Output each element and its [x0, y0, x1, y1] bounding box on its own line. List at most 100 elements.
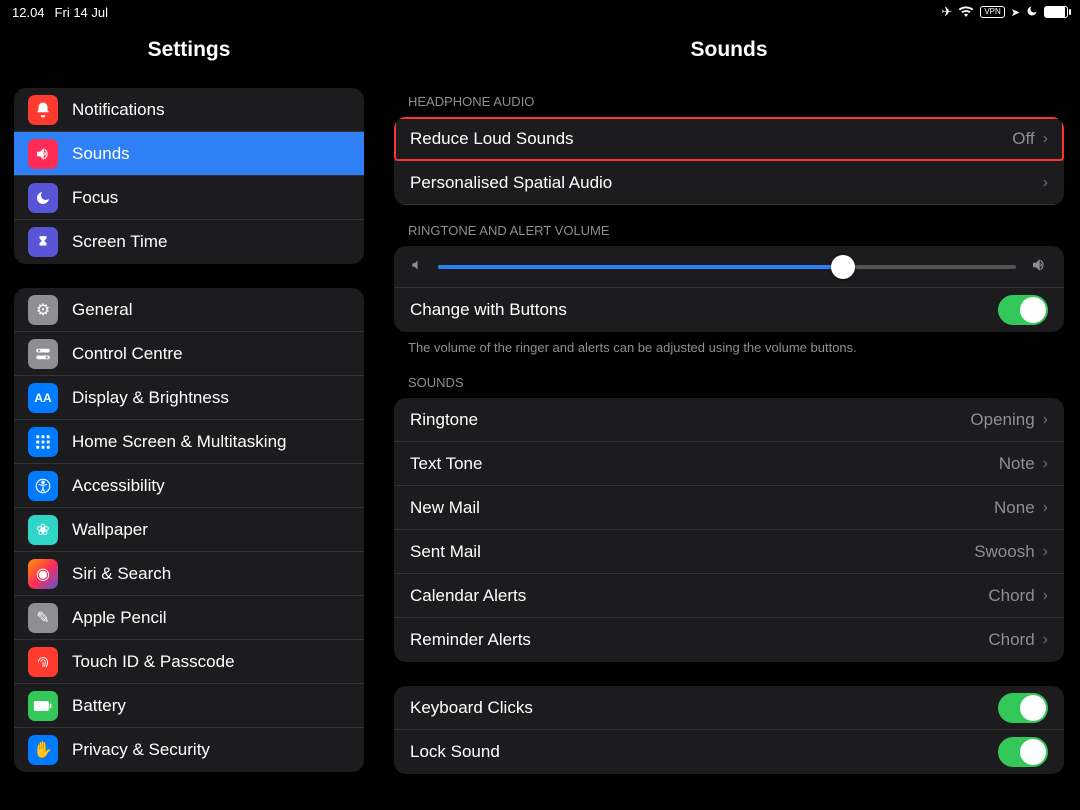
- vpn-icon: VPN: [980, 6, 1004, 18]
- sidebar-group-2: ⚙ General Control Centre AA Display & Br…: [14, 288, 364, 772]
- sidebar-item-wallpaper[interactable]: ❀ Wallpaper: [14, 508, 364, 552]
- status-time: 12.04: [12, 5, 45, 20]
- sidebar-item-label: Screen Time: [72, 232, 167, 252]
- sidebar-item-label: Apple Pencil: [72, 608, 167, 628]
- row-value: Off: [1012, 129, 1034, 149]
- row-label: Reminder Alerts: [410, 630, 988, 650]
- chevron-right-icon: ›: [1043, 587, 1048, 605]
- chevron-right-icon: ›: [1043, 631, 1048, 649]
- row-reduce-loud-sounds[interactable]: Reduce Loud Sounds Off ›: [394, 117, 1064, 161]
- chevron-right-icon: ›: [1043, 455, 1048, 473]
- toggle-lock-sound[interactable]: [998, 737, 1048, 767]
- row-keyboard-clicks[interactable]: Keyboard Clicks: [394, 686, 1064, 730]
- hourglass-icon: [28, 227, 58, 257]
- sidebar-item-label: Focus: [72, 188, 118, 208]
- sidebar-item-sounds[interactable]: Sounds: [14, 132, 364, 176]
- dnd-icon: [1026, 5, 1038, 20]
- accessibility-icon: [28, 471, 58, 501]
- row-label: New Mail: [410, 498, 994, 518]
- row-value: Swoosh: [974, 542, 1034, 562]
- status-date: Fri 14 Jul: [55, 5, 108, 20]
- grid-icon: [28, 427, 58, 457]
- sidebar-item-display[interactable]: AA Display & Brightness: [14, 376, 364, 420]
- sidebar-item-touchid[interactable]: Touch ID & Passcode: [14, 640, 364, 684]
- sidebar-item-notifications[interactable]: Notifications: [14, 88, 364, 132]
- row-value: Opening: [970, 410, 1034, 430]
- sidebar-item-controlcentre[interactable]: Control Centre: [14, 332, 364, 376]
- volume-card: Change with Buttons: [394, 246, 1064, 332]
- row-new-mail[interactable]: New Mail None ›: [394, 486, 1064, 530]
- toggles-card: Keyboard Clicks Lock Sound: [394, 686, 1064, 774]
- sidebar-item-siri[interactable]: ◉ Siri & Search: [14, 552, 364, 596]
- gear-icon: ⚙: [28, 295, 58, 325]
- sidebar-item-homescreen[interactable]: Home Screen & Multitasking: [14, 420, 364, 464]
- sidebar-item-label: General: [72, 300, 132, 320]
- row-label: Ringtone: [410, 410, 970, 430]
- sidebar-item-label: Display & Brightness: [72, 388, 229, 408]
- main-panel: ✈ VPN ➤ Sounds Headphone Audio Reduce Lo…: [378, 0, 1080, 810]
- section-headphone: Headphone Audio: [378, 76, 1080, 117]
- sidebar-item-general[interactable]: ⚙ General: [14, 288, 364, 332]
- sidebar-item-label: Privacy & Security: [72, 740, 210, 760]
- toggle-keyboard-clicks[interactable]: [998, 693, 1048, 723]
- chevron-right-icon: ›: [1043, 499, 1048, 517]
- sounds-card: Ringtone Opening › Text Tone Note › New …: [394, 398, 1064, 662]
- chevron-right-icon: ›: [1043, 130, 1048, 148]
- sidebar-item-label: Wallpaper: [72, 520, 148, 540]
- sidebar-group-1: Notifications Sounds Focus Screen Time: [14, 88, 364, 264]
- row-calendar-alerts[interactable]: Calendar Alerts Chord ›: [394, 574, 1064, 618]
- row-value: Chord: [988, 586, 1034, 606]
- section-ringtone-volume: Ringtone and Alert Volume: [378, 205, 1080, 246]
- row-label: Calendar Alerts: [410, 586, 988, 606]
- pencil-icon: ✎: [28, 603, 58, 633]
- row-value: Note: [999, 454, 1035, 474]
- siri-icon: ◉: [28, 559, 58, 589]
- wifi-icon: [958, 5, 974, 20]
- sidebar-title: Settings: [0, 24, 378, 88]
- moon-icon: [28, 183, 58, 213]
- sidebar-item-label: Accessibility: [72, 476, 165, 496]
- sidebar-item-label: Siri & Search: [72, 564, 171, 584]
- sidebar-item-focus[interactable]: Focus: [14, 176, 364, 220]
- row-label: Lock Sound: [410, 742, 998, 762]
- battery-icon: [28, 691, 58, 721]
- volume-slider-row: [394, 246, 1064, 288]
- row-value: Chord: [988, 630, 1034, 650]
- battery-status-icon: [1044, 6, 1068, 18]
- headphone-card: Reduce Loud Sounds Off › Personalised Sp…: [394, 117, 1064, 205]
- row-label: Personalised Spatial Audio: [410, 173, 1035, 193]
- sidebar-item-privacy[interactable]: ✋ Privacy & Security: [14, 728, 364, 772]
- section-sounds: Sounds: [378, 371, 1080, 398]
- location-icon: ➤: [1011, 6, 1020, 19]
- row-text-tone[interactable]: Text Tone Note ›: [394, 442, 1064, 486]
- sidebar-item-screentime[interactable]: Screen Time: [14, 220, 364, 264]
- sidebar-item-label: Sounds: [72, 144, 130, 164]
- row-label: Text Tone: [410, 454, 999, 474]
- row-label: Keyboard Clicks: [410, 698, 998, 718]
- row-change-with-buttons[interactable]: Change with Buttons: [394, 288, 1064, 332]
- row-value: None: [994, 498, 1035, 518]
- sidebar-item-applepencil[interactable]: ✎ Apple Pencil: [14, 596, 364, 640]
- flower-icon: ❀: [28, 515, 58, 545]
- sidebar-item-accessibility[interactable]: Accessibility: [14, 464, 364, 508]
- status-bar: 12.04 Fri 14 Jul: [0, 0, 378, 24]
- sidebar-item-battery[interactable]: Battery: [14, 684, 364, 728]
- switches-icon: [28, 339, 58, 369]
- page-title: Sounds: [378, 24, 1080, 76]
- row-label: Sent Mail: [410, 542, 974, 562]
- speaker-icon: [28, 139, 58, 169]
- row-sent-mail[interactable]: Sent Mail Swoosh ›: [394, 530, 1064, 574]
- bell-icon: [28, 95, 58, 125]
- volume-slider[interactable]: [438, 265, 1016, 269]
- row-ringtone[interactable]: Ringtone Opening ›: [394, 398, 1064, 442]
- row-label: Reduce Loud Sounds: [410, 129, 1012, 149]
- sidebar-item-label: Notifications: [72, 100, 165, 120]
- speaker-high-icon: [1030, 256, 1048, 277]
- volume-footnote: The volume of the ringer and alerts can …: [378, 332, 1080, 371]
- row-lock-sound[interactable]: Lock Sound: [394, 730, 1064, 774]
- toggle-change-with-buttons[interactable]: [998, 295, 1048, 325]
- chevron-right-icon: ›: [1043, 174, 1048, 192]
- row-spatial-audio[interactable]: Personalised Spatial Audio ›: [394, 161, 1064, 205]
- text-size-icon: AA: [28, 383, 58, 413]
- row-reminder-alerts[interactable]: Reminder Alerts Chord ›: [394, 618, 1064, 662]
